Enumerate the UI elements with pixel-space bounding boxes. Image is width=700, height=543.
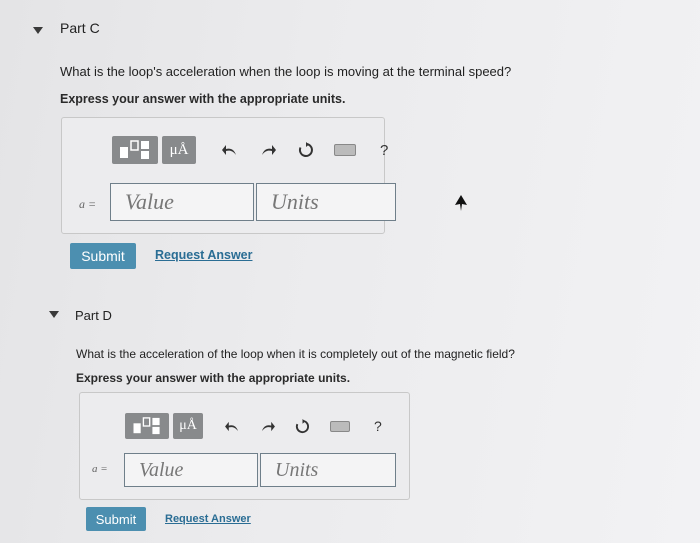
templates-button[interactable] [125,413,169,439]
reset-icon[interactable] [295,418,310,434]
part-c-variable-label: a = [79,197,97,211]
collapse-caret-icon[interactable] [33,27,43,34]
part-d-instruction: Express your answer with the appropriate… [76,371,351,385]
part-c-title: Part C [60,20,100,36]
part-c-request-answer-link[interactable]: Request Answer [155,248,252,262]
part-d-variable-label: a = [92,463,108,475]
part-d-question: What is the acceleration of the loop whe… [76,347,515,361]
part-d-units-input[interactable]: Units [260,453,396,487]
undo-icon[interactable] [222,143,238,157]
part-c-value-input[interactable]: Value [110,183,254,221]
units-button[interactable]: μÅ [173,413,203,439]
keyboard-icon[interactable] [334,144,356,156]
units-button[interactable]: μÅ [162,136,196,164]
keyboard-icon[interactable] [330,420,350,432]
mouse-cursor-icon [455,195,467,211]
part-c-answer-box: μÅ ? a = Value Units [61,117,396,234]
help-icon[interactable]: ? [380,142,388,159]
part-d-request-answer-link[interactable]: Request Answer [165,513,251,525]
part-d-title: Part D [75,308,112,323]
part-d-submit-button[interactable]: Submit [86,507,146,531]
redo-icon[interactable] [260,143,276,157]
part-c-submit-button[interactable]: Submit [70,243,136,269]
redo-icon[interactable] [260,420,275,433]
part-d-answer-box: μÅ ? a = Value Units [79,392,410,500]
part-d-toolbar: μÅ ? [125,413,382,439]
reset-icon[interactable] [298,142,314,158]
collapse-caret-icon[interactable] [49,311,59,318]
templates-icon [120,140,149,159]
templates-button[interactable] [112,136,158,164]
templates-icon [133,417,160,435]
part-c-question: What is the loop's acceleration when the… [60,64,512,79]
part-c-units-input[interactable]: Units [256,183,396,221]
part-c-toolbar: μÅ ? [112,136,388,164]
undo-icon[interactable] [225,420,240,433]
part-d-value-input[interactable]: Value [124,453,258,487]
help-icon[interactable]: ? [374,418,382,434]
part-c-instruction: Express your answer with the appropriate… [60,92,346,106]
